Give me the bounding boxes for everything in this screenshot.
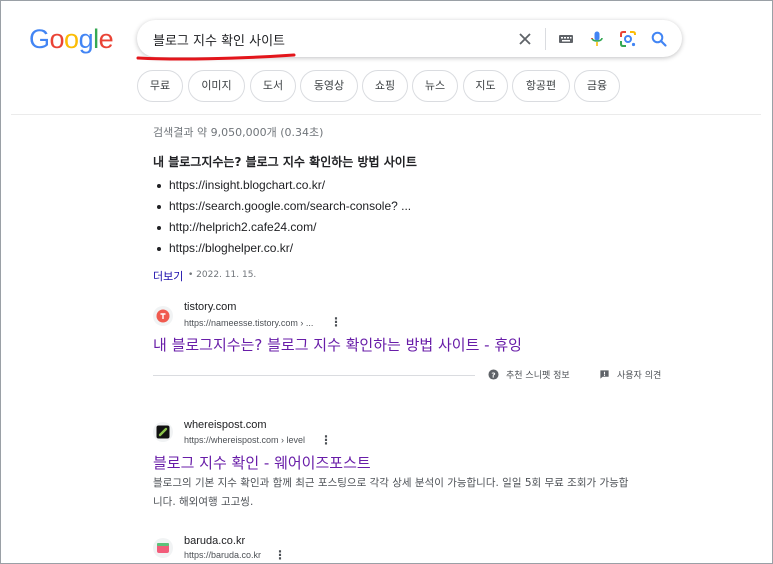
baruda-icon — [157, 543, 169, 553]
chip-news[interactable]: 뉴스 — [412, 70, 458, 102]
whereispost-favicon — [153, 422, 173, 442]
snippet-list-item: https://bloghelper.co.kr/ — [153, 241, 411, 262]
snippet-divider — [153, 375, 475, 376]
tistory-favicon — [153, 306, 173, 326]
snippet-list-item: https://insight.blogchart.co.kr/ — [153, 178, 411, 199]
chip-images[interactable]: 이미지 — [188, 70, 245, 102]
snippet-list: https://insight.blogchart.co.kr/ https:/… — [153, 178, 411, 262]
result-site-name: whereispost.com — [184, 419, 267, 431]
logo-letter: G — [29, 24, 50, 54]
result-site-name: tistory.com — [184, 301, 237, 313]
close-icon[interactable] — [515, 29, 535, 49]
tistory-icon — [156, 309, 170, 323]
result-url[interactable]: https://baruda.co.kr — [184, 550, 261, 560]
snippet-date: • 2022. 11. 15. — [188, 270, 257, 280]
feedback-link[interactable]: 사용자 의견 — [617, 368, 661, 381]
header-divider — [11, 114, 761, 115]
search-divider — [545, 28, 546, 50]
chip-free[interactable]: 무료 — [137, 70, 183, 102]
result-title-link[interactable]: 블로그 지수 확인 - 웨어이즈포스트 — [153, 452, 371, 473]
feedback-icon[interactable] — [599, 369, 610, 380]
about-snippet-link[interactable]: 추천 스니펫 정보 — [506, 368, 570, 381]
logo-letter: g — [78, 24, 94, 54]
baruda-favicon — [153, 538, 173, 558]
logo-letter: o — [49, 24, 65, 54]
snippet-list-item: http://helprich2.cafe24.com/ — [153, 220, 411, 241]
whereispost-icon — [156, 425, 170, 439]
result-url[interactable]: https://whereispost.com › level — [184, 435, 305, 445]
chip-books[interactable]: 도서 — [250, 70, 296, 102]
more-options-icon[interactable]: ⋮ — [330, 315, 342, 329]
svg-text:?: ? — [491, 370, 495, 379]
more-options-icon[interactable]: ⋮ — [274, 548, 286, 562]
chip-flights[interactable]: 항공편 — [512, 70, 570, 102]
logo-letter: o — [64, 24, 79, 54]
snippet-title: 내 블로그지수는? 블로그 지수 확인하는 방법 사이트 — [153, 155, 417, 169]
lens-icon[interactable] — [618, 29, 638, 49]
chip-shopping[interactable]: 쇼핑 — [362, 70, 408, 102]
search-results-page: Google 블로그 지수 확인 사이트 무료 이미지 도서 동영상 쇼핑 뉴스… — [0, 0, 773, 564]
chip-finance[interactable]: 금융 — [574, 70, 620, 102]
search-box[interactable]: 블로그 지수 확인 사이트 — [136, 20, 682, 61]
result-description: 블로그의 기본 지수 확인과 함께 최근 포스팅으로 각각 상세 분석이 가능합… — [153, 477, 629, 508]
microphone-icon[interactable] — [587, 29, 607, 49]
chip-maps[interactable]: 지도 — [463, 70, 508, 102]
result-stats: 검색결과 약 9,050,000개 (0.34초) — [153, 126, 324, 139]
result-site-name: baruda.co.kr — [184, 535, 246, 547]
logo-letter: e — [98, 24, 114, 54]
chip-videos[interactable]: 동영상 — [300, 70, 358, 102]
result-title-link[interactable]: 내 블로그지수는? 블로그 지수 확인하는 방법 사이트 - 휴잉 — [153, 334, 522, 355]
result-url[interactable]: https://nameesse.tistory.com › ... — [184, 318, 313, 328]
help-icon[interactable]: ? — [488, 369, 499, 380]
more-options-icon[interactable]: ⋮ — [320, 433, 332, 447]
keyboard-icon[interactable] — [556, 29, 576, 49]
more-link[interactable]: 더보기 — [153, 268, 183, 284]
search-icon[interactable] — [649, 29, 669, 49]
search-input[interactable]: 블로그 지수 확인 사이트 — [153, 30, 285, 49]
google-logo[interactable]: Google — [29, 24, 114, 55]
red-underline-annotation — [136, 53, 296, 61]
snippet-list-item: https://search.google.com/search-console… — [153, 199, 411, 220]
